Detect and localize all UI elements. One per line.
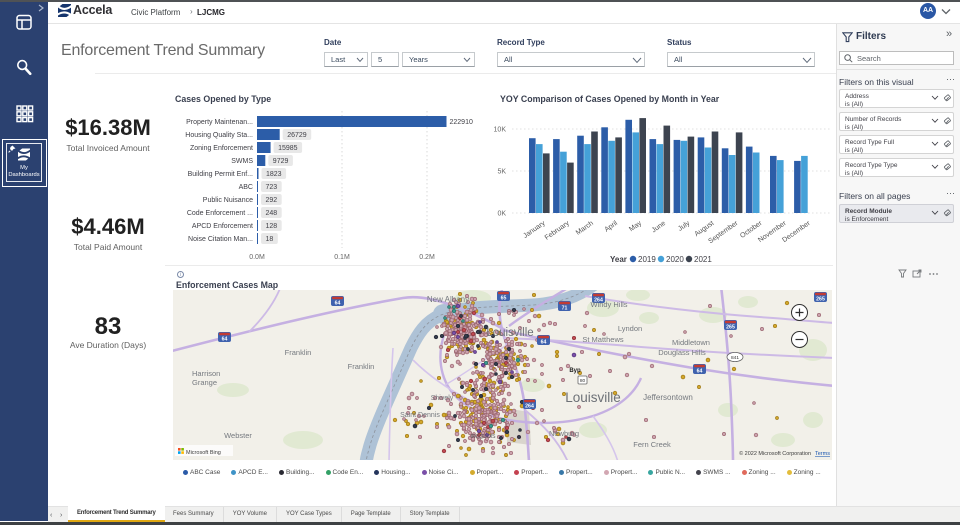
- svg-text:Franklin: Franklin: [285, 348, 312, 357]
- svg-text:Lyndon: Lyndon: [618, 324, 642, 333]
- svg-text:Zoning Enforcement: Zoning Enforcement: [190, 145, 253, 152]
- svg-text:264: 264: [525, 404, 534, 410]
- svg-text:0K: 0K: [497, 211, 506, 218]
- svg-text:64: 64: [335, 301, 341, 307]
- svg-text:2020: 2020: [666, 255, 684, 264]
- svg-text:New Albany: New Albany: [427, 295, 469, 304]
- svg-text:Year: Year: [610, 255, 627, 264]
- svg-text:9729: 9729: [273, 158, 289, 165]
- svg-text:Middletown: Middletown: [672, 338, 710, 347]
- svg-text:Windy Hills: Windy Hills: [590, 300, 627, 309]
- svg-text:Microsoft Bing: Microsoft Bing: [186, 450, 221, 456]
- svg-text:Douglass Hills: Douglass Hills: [658, 348, 706, 357]
- svg-text:Noise Citation Man...: Noise Citation Man...: [188, 236, 253, 243]
- svg-text:2019: 2019: [638, 255, 656, 264]
- svg-text:Louisville: Louisville: [565, 390, 621, 405]
- svg-text:Franklin: Franklin: [348, 362, 375, 371]
- svg-text:St Matthews: St Matthews: [582, 335, 624, 344]
- svg-text:64: 64: [541, 340, 547, 346]
- svg-text:26729: 26729: [287, 132, 307, 139]
- svg-text:Public Nuisance: Public Nuisance: [203, 197, 253, 204]
- svg-text:Saint Dennis: Saint Dennis: [400, 412, 440, 419]
- svg-text:Newburg: Newburg: [549, 429, 579, 438]
- svg-text:64: 64: [697, 369, 703, 375]
- svg-text:APCD Enforcement: APCD Enforcement: [192, 223, 253, 230]
- svg-text:841: 841: [731, 355, 739, 361]
- svg-text:1823: 1823: [266, 171, 282, 178]
- svg-text:May: May: [628, 220, 643, 234]
- svg-text:Jeffersontown: Jeffersontown: [643, 393, 693, 402]
- svg-text:Terms: Terms: [815, 451, 830, 457]
- svg-text:Fern Creek: Fern Creek: [633, 440, 671, 449]
- svg-text:Grange: Grange: [192, 378, 217, 387]
- svg-text:June: June: [651, 220, 668, 235]
- svg-text:Property Maintenan...: Property Maintenan...: [186, 119, 253, 126]
- svg-text:18: 18: [266, 236, 274, 243]
- svg-text:© 2022 Microsoft Corporation: © 2022 Microsoft Corporation: [739, 450, 811, 457]
- svg-text:Webster: Webster: [224, 431, 252, 440]
- svg-text:265: 265: [726, 325, 735, 331]
- svg-text:April: April: [603, 220, 619, 234]
- svg-text:128: 128: [266, 223, 278, 230]
- svg-text:0.2M: 0.2M: [419, 254, 435, 261]
- svg-text:Building Permit Enf...: Building Permit Enf...: [188, 171, 253, 178]
- svg-text:July: July: [677, 220, 692, 233]
- svg-text:10K: 10K: [494, 127, 507, 134]
- svg-text:80: 80: [580, 378, 586, 384]
- svg-text:February: February: [544, 220, 571, 242]
- svg-text:ABC: ABC: [239, 184, 253, 191]
- svg-text:0.1M: 0.1M: [334, 254, 350, 261]
- svg-text:64: 64: [222, 337, 228, 343]
- svg-text:15985: 15985: [278, 145, 298, 152]
- svg-text:723: 723: [266, 184, 278, 191]
- svg-text:2021: 2021: [694, 255, 712, 264]
- svg-text:Housing Quality Sta...: Housing Quality Sta...: [185, 132, 253, 139]
- svg-text:292: 292: [266, 197, 278, 204]
- svg-text:248: 248: [266, 210, 278, 217]
- svg-text:Byp: Byp: [569, 368, 581, 374]
- svg-text:65: 65: [501, 296, 507, 302]
- svg-text:Harrison: Harrison: [192, 369, 220, 378]
- svg-text:71: 71: [562, 306, 568, 312]
- svg-text:0.0M: 0.0M: [249, 254, 265, 261]
- svg-text:March: March: [575, 220, 595, 237]
- svg-text:Code Enforcement ...: Code Enforcement ...: [187, 210, 253, 217]
- svg-text:5K: 5K: [497, 169, 506, 176]
- svg-text:Louisville: Louisville: [486, 327, 533, 339]
- svg-text:SWMS: SWMS: [231, 158, 253, 165]
- svg-text:265: 265: [816, 297, 825, 303]
- svg-text:IROQUOIS: IROQUOIS: [470, 434, 496, 440]
- svg-text:Shively: Shively: [431, 395, 454, 402]
